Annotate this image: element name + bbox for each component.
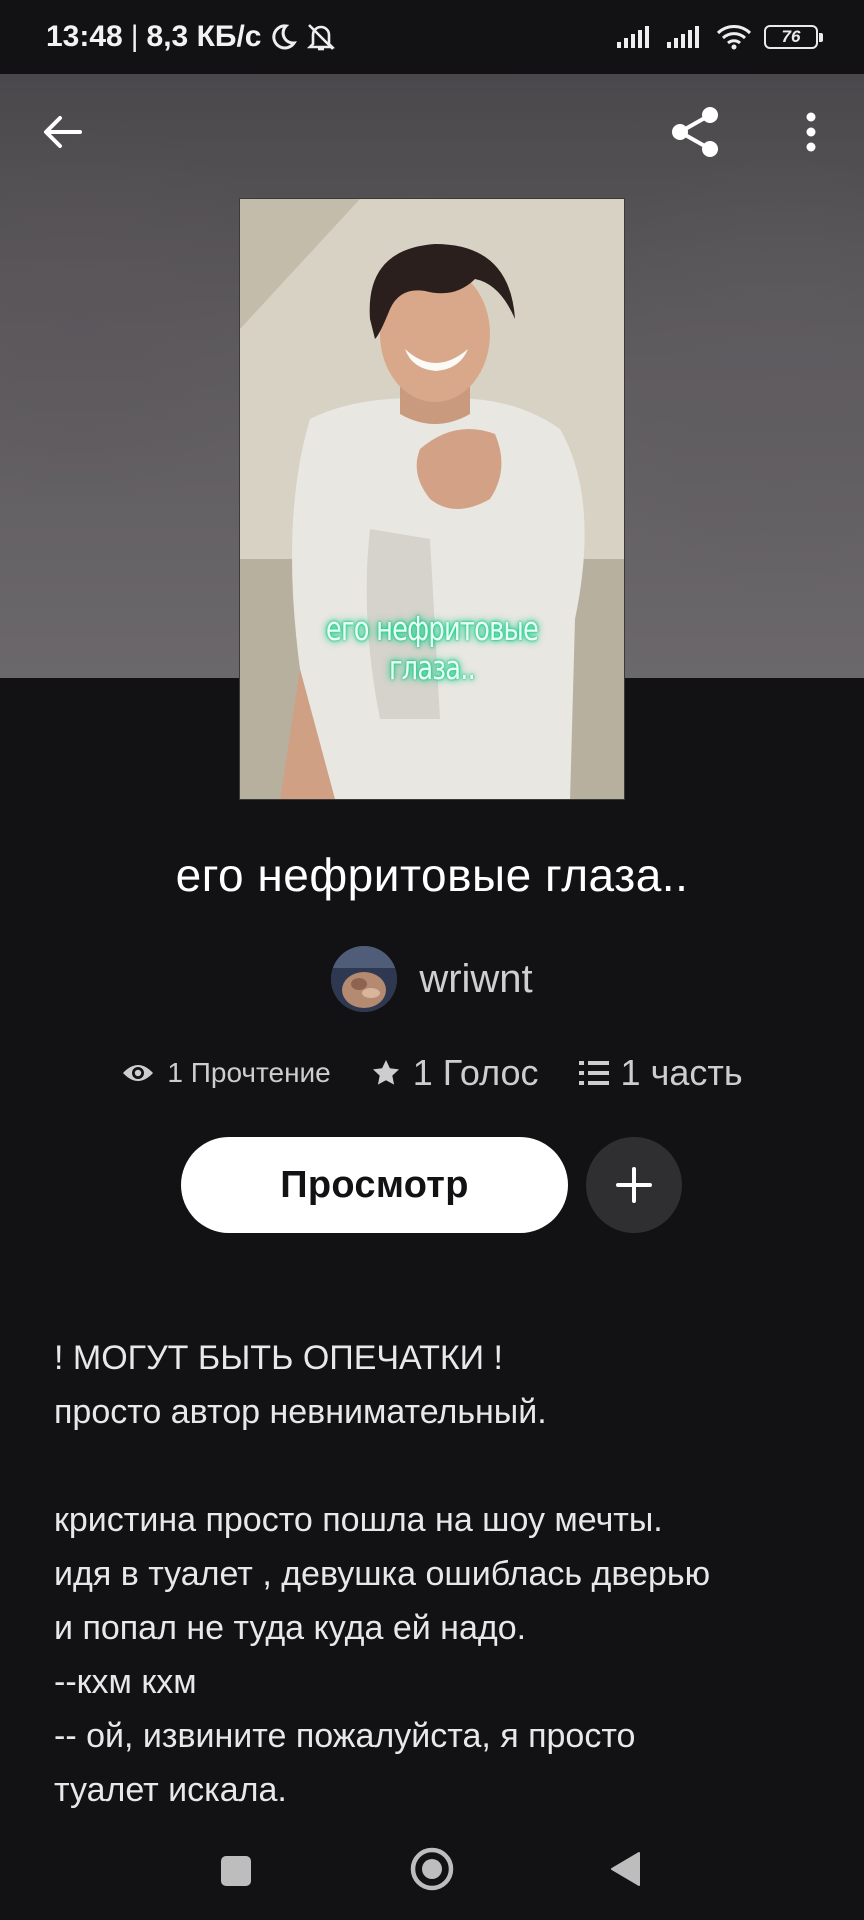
votes-stat: 1 Голос <box>371 1052 539 1094</box>
signal-icon <box>616 25 654 49</box>
recents-button[interactable] <box>210 1845 262 1897</box>
list-icon <box>578 1061 609 1085</box>
moon-icon <box>269 23 298 51</box>
description-line: и попал не туда куда ей надо. <box>54 1609 527 1647</box>
eye-icon <box>123 1065 154 1081</box>
status-speed: 8,3 КБ/с <box>146 20 262 53</box>
more-vertical-icon <box>806 112 816 152</box>
back-triangle-icon <box>611 1852 640 1886</box>
author-row[interactable]: wriwnt <box>0 946 864 1012</box>
status-separator: | <box>130 20 139 53</box>
avatar[interactable] <box>331 946 398 1012</box>
description-line: ​ <box>54 1439 834 1493</box>
battery-level: 76 <box>781 27 801 46</box>
system-navigation-bar <box>0 1815 864 1920</box>
more-options-button[interactable] <box>775 96 847 168</box>
cover-caption: его нефритовые глаза.. <box>325 609 539 687</box>
description-line: туалет искала. <box>54 1771 287 1809</box>
cover-photo <box>240 199 624 799</box>
reads-stat: 1 Прочтение <box>121 1057 331 1089</box>
description-line: --кхм кхм <box>54 1663 197 1701</box>
description-line: идя в туалет , девушка ошиблась дверью <box>54 1555 711 1593</box>
view-button[interactable]: Просмотр <box>181 1137 568 1233</box>
status-bar: 13:48 | 8,3 КБ/с 76 <box>0 0 864 74</box>
share-button[interactable] <box>660 96 732 168</box>
description-line: ! МОГУТ БЫТЬ ОПЕЧАТКИ ! <box>54 1339 503 1377</box>
home-button[interactable] <box>404 1841 460 1897</box>
back-button[interactable] <box>26 96 98 168</box>
description-line: -- ой, извините пожалуйста, я просто <box>54 1717 636 1755</box>
status-right: 76 <box>616 24 823 50</box>
signal-icon <box>666 25 704 49</box>
votes-count: 1 Голос <box>412 1052 539 1093</box>
story-cover[interactable]: его нефритовые глаза.. <box>239 198 625 800</box>
author-name[interactable]: wriwnt <box>419 957 532 1002</box>
story-title: его нефритовые глаза.. <box>175 849 689 901</box>
wifi-icon <box>716 24 752 50</box>
story-description: ! МОГУТ БЫТЬ ОПЕЧАТКИ ! просто автор нев… <box>54 1331 834 1817</box>
arrow-left-icon <box>44 116 82 148</box>
add-to-library-button[interactable] <box>586 1137 682 1233</box>
avatar-image <box>331 946 398 1012</box>
description-line: просто автор невнимательный. <box>54 1393 547 1431</box>
top-navigation <box>0 96 864 176</box>
story-stats: 1 Прочтение 1 Голос 1 часть <box>0 1052 864 1094</box>
share-icon <box>672 107 718 157</box>
system-back-button[interactable] <box>600 1843 652 1895</box>
star-icon <box>372 1060 399 1085</box>
status-left: 13:48 | 8,3 КБ/с <box>46 20 337 54</box>
reads-count: 1 Прочтение <box>167 1057 331 1088</box>
plus-icon <box>616 1167 652 1203</box>
home-circle-icon <box>410 1847 454 1891</box>
bell-off-icon <box>305 22 337 52</box>
parts-stat: 1 часть <box>578 1052 743 1094</box>
parts-count: 1 часть <box>620 1052 743 1093</box>
recents-square-icon <box>221 1856 251 1886</box>
story-details-screen: 13:48 | 8,3 КБ/с 76 его нефритовые глаза… <box>0 0 864 1920</box>
description-line: кристина просто пошла на шоу мечты. <box>54 1501 663 1539</box>
status-time: 13:48 <box>46 20 123 53</box>
battery-icon: 76 <box>764 25 823 49</box>
